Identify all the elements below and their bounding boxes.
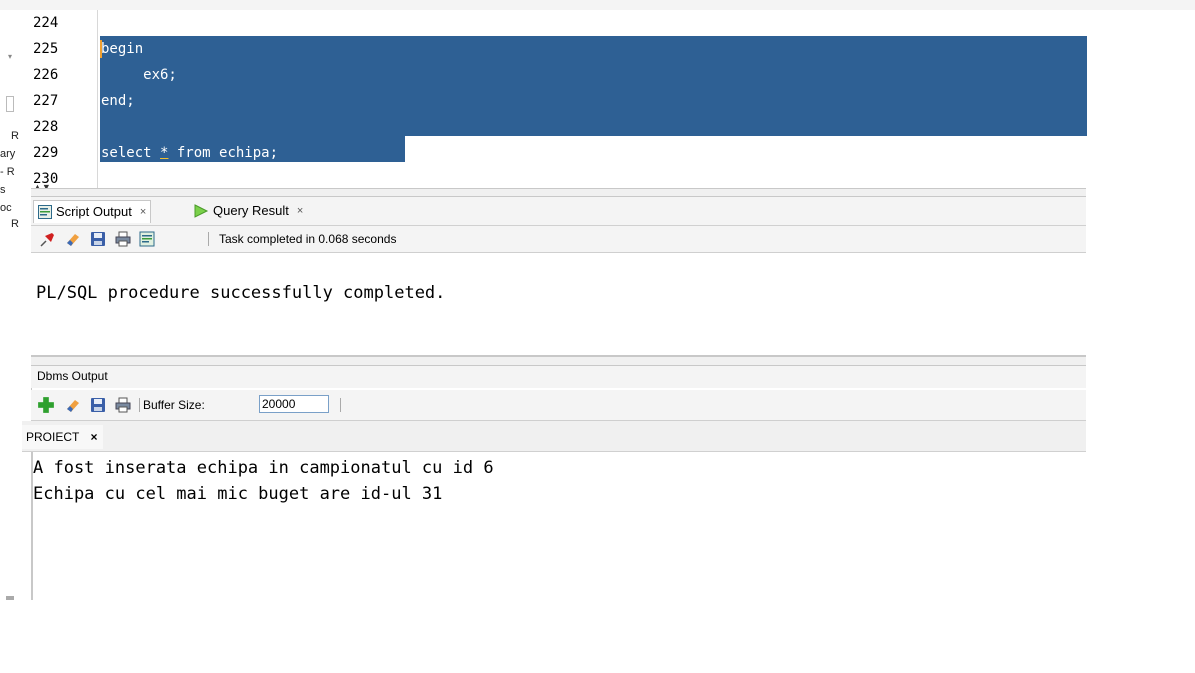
navigator-fragment: ary xyxy=(0,148,16,160)
tab-label: Script Output xyxy=(56,204,132,219)
add-icon[interactable] xyxy=(37,396,55,414)
chevron-down-icon[interactable]: ▾ xyxy=(8,52,12,61)
open-file-icon[interactable] xyxy=(139,231,155,247)
line-number: 229 xyxy=(33,145,59,161)
close-icon[interactable]: × xyxy=(297,200,303,222)
line-number: 228 xyxy=(33,119,59,135)
tab-label: Query Result xyxy=(213,203,289,218)
navigator-fragment: oc xyxy=(0,202,12,214)
code-token: select xyxy=(101,145,161,161)
dbms-output-title: Dbms Output xyxy=(37,369,108,383)
dbms-output-toolbar: Buffer Size: xyxy=(31,390,1086,421)
eraser-icon[interactable] xyxy=(65,397,81,413)
dbms-output-header: Dbms Output xyxy=(31,366,1086,388)
code-token: from echipa; xyxy=(168,145,279,161)
pane-splitter[interactable] xyxy=(31,356,1086,366)
line-number-gutter: 224 225 226 227 228 229 230 xyxy=(31,10,98,188)
tab-connection-proiect[interactable]: PROIECT × xyxy=(22,425,104,449)
pane-splitter[interactable] xyxy=(31,188,1086,197)
dbms-output-line: A fost inserata echipa in campionatul cu… xyxy=(33,458,494,478)
code-line[interactable]: select * from echipa; xyxy=(101,140,278,166)
code-line[interactable]: ex6; xyxy=(101,62,177,88)
code-line[interactable]: begin xyxy=(101,36,143,62)
script-output-panel[interactable]: PL/SQL procedure successfully completed. xyxy=(31,253,1086,357)
output-tab-bar: Script Output × Query Result × xyxy=(31,197,1086,226)
eraser-icon[interactable] xyxy=(65,231,81,247)
close-icon[interactable]: × xyxy=(90,430,97,444)
save-icon[interactable] xyxy=(90,231,106,247)
run-triangle-icon xyxy=(194,204,209,218)
line-number: 227 xyxy=(33,93,59,109)
pane-collapse-handle[interactable] xyxy=(6,96,14,112)
navigator-fragment: s xyxy=(0,184,6,196)
script-output-toolbar: Task completed in 0.068 seconds xyxy=(31,226,1086,253)
left-navigator-pane: ▾ R ary - R s oc R xyxy=(0,10,32,600)
line-number: 226 xyxy=(33,67,59,83)
print-icon[interactable] xyxy=(115,397,131,413)
buffer-size-label: Buffer Size: xyxy=(143,398,205,412)
dbms-output-panel[interactable]: A fost inserata echipa in campionatul cu… xyxy=(31,452,1086,600)
task-status: Task completed in 0.068 seconds xyxy=(219,232,397,246)
buffer-size-input[interactable] xyxy=(259,395,329,413)
line-number: 225 xyxy=(33,41,59,57)
line-number: 224 xyxy=(33,15,59,31)
gutter-divider xyxy=(97,10,98,188)
toolbar-separator xyxy=(340,398,341,412)
tab-query-result[interactable]: Query Result × xyxy=(189,200,307,222)
script-output-text: PL/SQL procedure successfully completed. xyxy=(36,283,446,303)
connection-tab-label: PROIECT xyxy=(26,430,80,444)
navigator-fragment: - R xyxy=(0,166,15,178)
top-strip xyxy=(0,0,1195,10)
tab-script-output[interactable]: Script Output × xyxy=(33,200,152,223)
dbms-output-line: Echipa cu cel mai mic buget are id-ul 31 xyxy=(33,484,443,504)
pin-icon[interactable] xyxy=(40,231,56,247)
sql-editor[interactable]: 224 225 226 227 228 229 230 begin ex6; e… xyxy=(31,10,1087,188)
toolbar-separator xyxy=(139,398,140,412)
save-icon[interactable] xyxy=(90,397,106,413)
close-icon[interactable]: × xyxy=(140,201,146,223)
pane-scrollbar[interactable] xyxy=(6,596,14,600)
toolbar-separator xyxy=(208,232,209,246)
panel-border xyxy=(31,452,33,600)
script-output-icon xyxy=(38,205,52,219)
connection-tab-bar: PROIECT × xyxy=(22,421,1086,452)
code-line[interactable]: end; xyxy=(101,88,135,114)
print-icon[interactable] xyxy=(115,231,131,247)
text-selection xyxy=(100,36,1087,136)
